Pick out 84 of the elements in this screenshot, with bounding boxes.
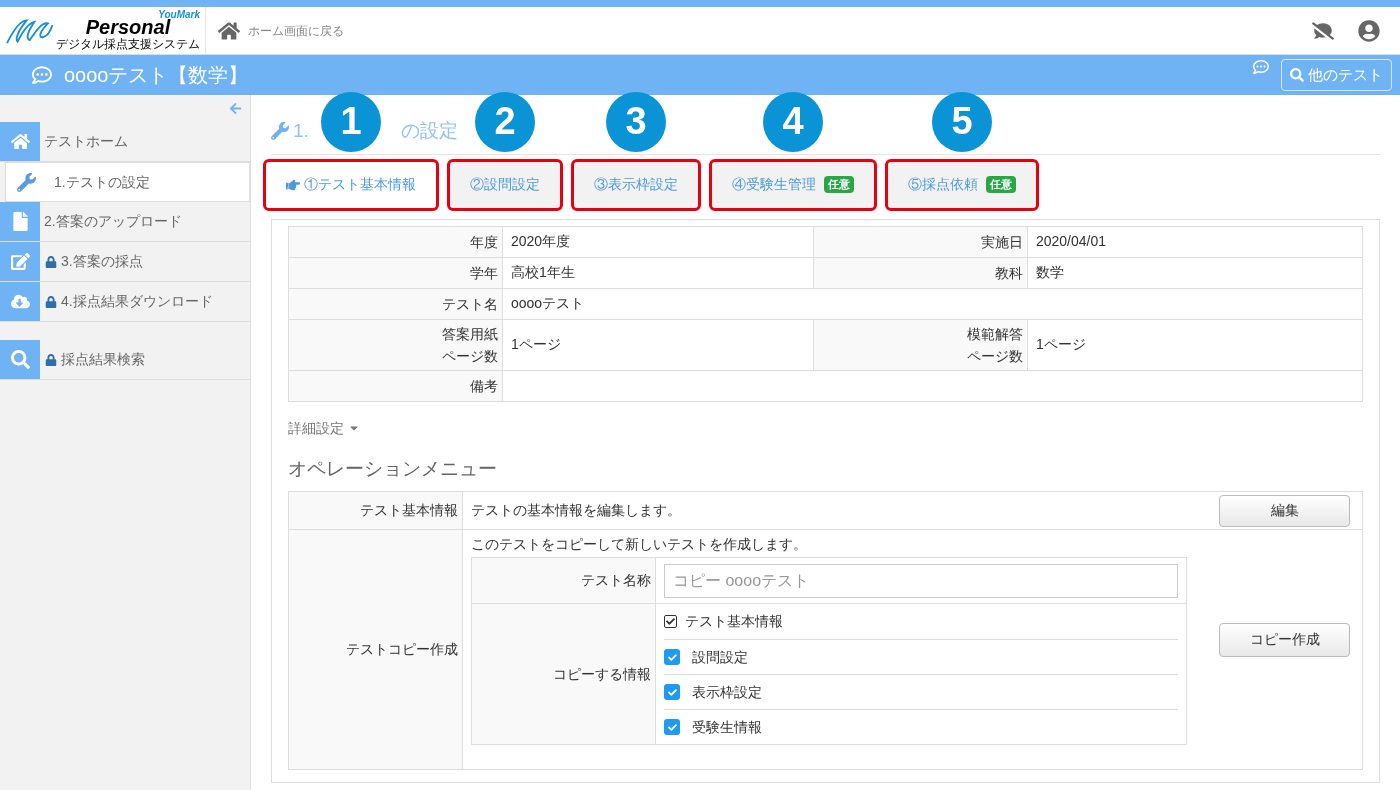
logo-tagline: デジタル採点支援システム (56, 37, 200, 51)
tab[interactable]: ③表示枠設定 (571, 158, 701, 211)
check-icon (667, 687, 677, 697)
step-number-marker: 2 (475, 91, 535, 152)
chat-off-icon[interactable] (1312, 19, 1334, 42)
field-value: 数学 (1035, 264, 1064, 280)
search-icon (1290, 68, 1304, 82)
field-value: 1ページ (511, 336, 561, 352)
checkbox-label: 表示枠設定 (692, 682, 762, 702)
tab[interactable]: ④受験生管理 任意 (709, 158, 877, 211)
copy-create-button[interactable]: コピー作成 (1219, 622, 1350, 657)
row-description: このテストをコピーして新しいテストを作成します。 (471, 535, 808, 554)
field-label: 年度 (470, 232, 498, 252)
checkbox-label: テスト基本情報 (685, 612, 783, 631)
checkbox[interactable] (664, 684, 680, 700)
user-icon[interactable] (1358, 19, 1380, 42)
page-title-start: 1. (293, 119, 309, 143)
field-value: 2020/04/01 (1035, 233, 1106, 249)
sidebar-item[interactable]: 2.答案のアップロード (0, 202, 250, 242)
checkbox[interactable] (664, 719, 680, 735)
pointing-hand-icon (286, 177, 300, 192)
file-icon (10, 212, 30, 231)
field-value: 2020年度 (511, 233, 571, 249)
optional-badge: 任意 (824, 176, 854, 193)
field-label: テスト名 (442, 294, 498, 314)
tab[interactable]: ①テスト基本情報 (263, 158, 439, 211)
check-icon (666, 617, 675, 626)
sidebar-item[interactable]: 3.答案の採点 (0, 242, 250, 282)
home-icon (218, 19, 240, 42)
checkbox[interactable] (664, 649, 680, 665)
chat-icon[interactable] (1253, 59, 1269, 75)
row-description: テストの基本情報を編集します。 (471, 501, 681, 520)
check-icon (667, 652, 677, 662)
sidebar-item[interactable]: 4.採点結果ダウンロード (0, 282, 250, 322)
field-value: 高校1年生 (511, 264, 575, 280)
home-icon (10, 132, 30, 151)
tab[interactable]: ②設問設定 (447, 158, 563, 211)
field-value: 1ページ (1035, 336, 1086, 352)
field-label: 学年 (470, 263, 498, 283)
sidebar-item[interactable]: 1.テストの設定 (5, 162, 250, 202)
sidebar-item-label: 採点結果検索 (61, 350, 145, 369)
wrench-icon (271, 122, 289, 141)
sidebar-item-label: 4.採点結果ダウンロード (61, 292, 213, 311)
page-title-end: の設定 (400, 119, 458, 143)
row-label: テスト基本情報 (288, 491, 463, 530)
section-heading: オペレーションメニュー (288, 456, 498, 481)
sidebar-item[interactable]: テストホーム (0, 122, 250, 162)
search-icon (10, 350, 30, 369)
tab[interactable]: ⑤採点依頼 任意 (885, 158, 1039, 211)
logo-name: Personal (85, 17, 171, 37)
step-number-marker: 4 (763, 91, 823, 152)
test-name-field[interactable]: コピー ooooテスト (664, 563, 1178, 598)
field-value: ooooテスト (511, 295, 585, 311)
collapse-arrow-icon[interactable] (229, 102, 242, 115)
home-link-label: ホーム画面に戻る (248, 22, 344, 40)
check-icon (667, 722, 677, 732)
field-label: コピーする情報 (471, 603, 656, 745)
edit-button[interactable]: 編集 (1219, 494, 1350, 527)
field-label: 教科 (994, 263, 1023, 283)
test-title: ooooテスト【数学】 (64, 63, 249, 88)
sidebar-item-label: 1.テストの設定 (54, 172, 150, 192)
chat-icon (32, 65, 52, 85)
home-link[interactable]: ホーム画面に戻る (218, 19, 344, 42)
sidebar-item-label: テストホーム (44, 132, 128, 151)
details-toggle[interactable]: 詳細設定 (288, 417, 360, 439)
sidebar-item-label: 3.答案の採点 (61, 252, 143, 271)
sidebar-item[interactable]: 採点結果検索 (0, 340, 250, 380)
field-label: 実施日 (980, 232, 1023, 252)
logo-brand: YouMark (158, 10, 200, 20)
field-label: 備考 (470, 376, 498, 396)
field-label: 答案用紙ページ数 (441, 324, 498, 366)
field-label: 模範解答ページ数 (965, 324, 1023, 366)
edit-icon (10, 252, 30, 271)
row-label: テストコピー作成 (288, 529, 463, 770)
checkbox-label: 受験生情報 (692, 717, 762, 737)
step-number-marker: 5 (932, 91, 992, 152)
optional-badge: 任意 (986, 176, 1016, 193)
step-number-marker: 1 (321, 91, 381, 152)
wrench-icon (16, 172, 36, 192)
checkbox-label: 設問設定 (692, 647, 748, 667)
sidebar-item-label: 2.答案のアップロード (44, 212, 182, 231)
field-label: テスト名称 (471, 557, 656, 604)
download-icon (10, 292, 30, 311)
step-number-marker: 3 (606, 91, 666, 152)
